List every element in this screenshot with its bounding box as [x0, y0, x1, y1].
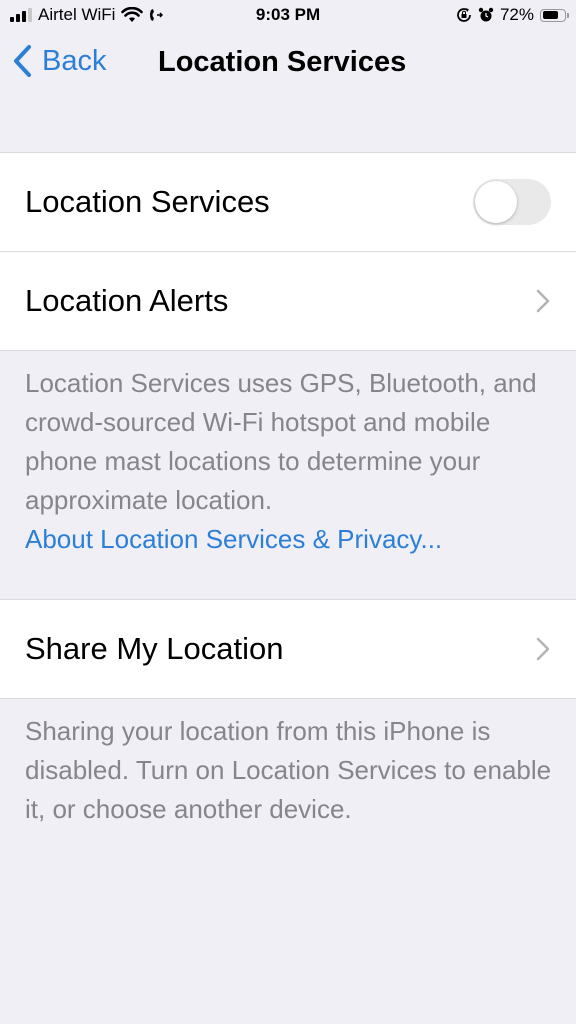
location-services-footer: Location Services uses GPS, Bluetooth, a… [25, 364, 555, 559]
share-my-location-row[interactable]: Share My Location [0, 600, 576, 698]
battery-percent: 72% [499, 5, 534, 24]
chevron-right-icon [536, 637, 550, 661]
location-services-row[interactable]: Location Services [0, 153, 576, 251]
carrier-name: Airtel WiFi [38, 5, 116, 24]
status-right: 72% [456, 5, 569, 25]
about-location-privacy-link[interactable]: About Location Services & Privacy... [25, 520, 555, 559]
location-settings-group: Location Services Location Alerts [0, 152, 576, 351]
call-forwarding-icon [150, 9, 164, 21]
status-bar: Airtel WiFi 9:03 PM 72% [0, 0, 576, 34]
back-button[interactable]: Back [12, 44, 106, 78]
location-services-description: Location Services uses GPS, Bluetooth, a… [25, 368, 537, 515]
back-label: Back [42, 44, 107, 77]
battery-fill [542, 11, 558, 19]
share-my-location-label: Share My Location [25, 631, 284, 666]
wifi-icon [121, 7, 144, 22]
location-services-toggle[interactable] [473, 179, 551, 225]
status-left: Airtel WiFi [10, 5, 164, 25]
page-title: Location Services [158, 46, 407, 78]
share-location-description: Sharing your location from this iPhone i… [25, 716, 552, 824]
share-location-footer: Sharing your location from this iPhone i… [25, 712, 555, 829]
alarm-icon [478, 7, 494, 22]
battery-icon [540, 8, 569, 22]
chevron-left-icon [14, 45, 31, 77]
rotation-lock-icon [457, 8, 471, 22]
location-alerts-row[interactable]: Location Alerts [0, 251, 576, 350]
navigation-bar: Back Location Services [0, 38, 576, 88]
signal-icon [10, 8, 32, 22]
location-alerts-label: Location Alerts [25, 283, 229, 318]
share-location-group: Share My Location [0, 599, 576, 699]
toggle-knob [475, 181, 517, 223]
chevron-right-icon [536, 289, 550, 313]
